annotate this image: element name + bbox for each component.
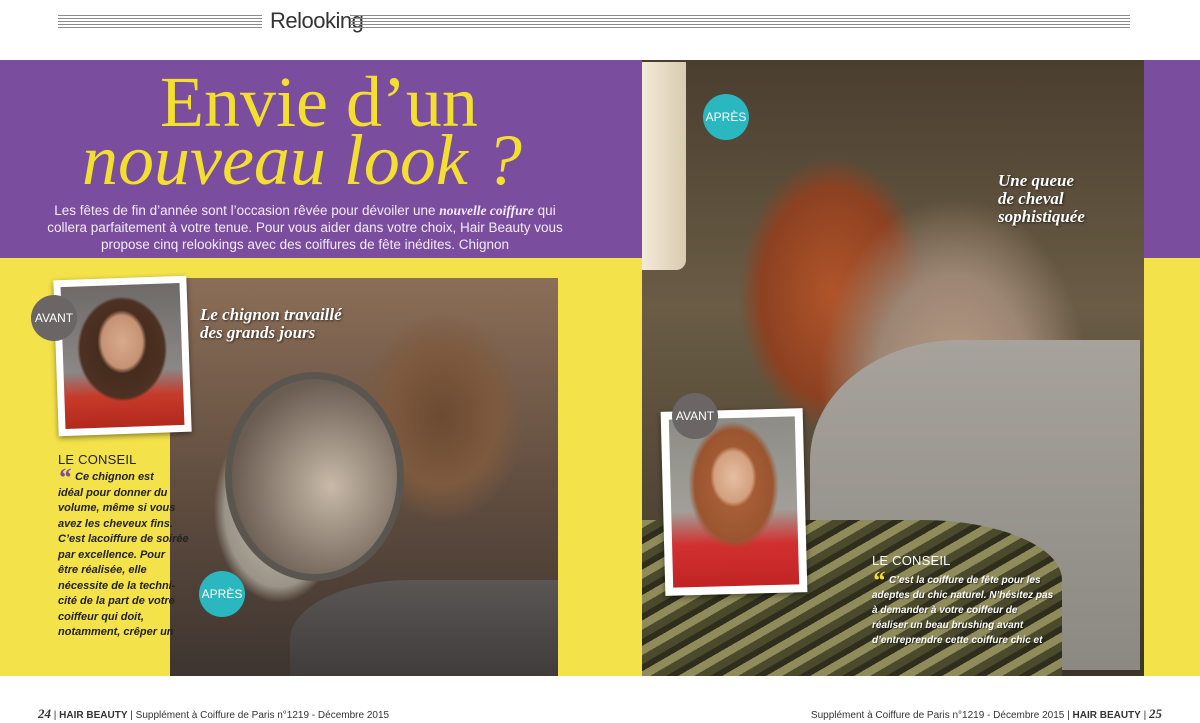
after-badge-left: APRÈS xyxy=(199,571,245,617)
conseil-line: volume, même si vous xyxy=(58,502,176,514)
conseil-line: cité de la part de votre xyxy=(58,595,175,607)
conseil-line: “C’est la coiffure de fête pour les xyxy=(872,566,1041,595)
caption-line: de cheval xyxy=(998,189,1064,208)
supplement-text: Supplément à Coiffure de Paris n°1219 - … xyxy=(135,710,390,721)
magazine-name: HAIR BEAUTY xyxy=(1072,710,1141,721)
caption-line: Une queue xyxy=(998,171,1075,190)
before-photo-left xyxy=(53,275,192,437)
before-badge-right: AVANT xyxy=(672,393,718,439)
page-number-left: 24 xyxy=(38,706,51,721)
intro-emphasis: nouvelle coiffure xyxy=(439,203,534,218)
conseil-line: C’est lacoiffure de soirée xyxy=(58,533,189,545)
conseil-line: nécessite de la techni- xyxy=(58,579,176,592)
yellow-band-right xyxy=(1144,258,1200,676)
conseil-line: idéal pour donner du xyxy=(58,486,168,499)
conseil-line: par excellence. Pour xyxy=(58,548,165,561)
conseil-line: “Ce chignon est xyxy=(58,463,154,492)
magazine-name: HAIR BEAUTY xyxy=(59,710,128,721)
footer-left: 24 | HAIR BEAUTY | Supplément à Coiffure… xyxy=(38,706,390,721)
intro-paragraph: Les fêtes de fin d’année sont l’occasion… xyxy=(45,202,565,253)
conseil-line: avez les cheveux fins. xyxy=(58,517,173,530)
conseil-line: notamment, crêper un xyxy=(58,626,174,638)
header-rule-left xyxy=(58,15,262,29)
caption-line: Le chignon travaillé xyxy=(200,305,342,324)
left-photo-caption: Le chignon travaillé des grands jours xyxy=(200,306,342,342)
conseil-line: être réalisée, elle xyxy=(58,564,147,576)
before-photo-right-image xyxy=(668,416,800,588)
hand-mirror xyxy=(225,372,404,581)
purple-band-right xyxy=(1144,60,1200,258)
after-badge-right: APRÈS xyxy=(703,94,749,140)
right-conseil-text: “C’est la coiffure de fête pour les adep… xyxy=(872,566,1072,648)
right-photo-caption: Une queue de cheval sophistiquée xyxy=(998,172,1085,226)
before-photo-right xyxy=(660,408,808,596)
conseil-line: réaliser un beau brushing avant xyxy=(872,620,1024,631)
before-photo-left-image xyxy=(60,282,185,430)
caption-line: des grands jours xyxy=(200,323,316,342)
lamp-shade xyxy=(642,62,686,270)
conseil-line: à demander à votre coiffeur de xyxy=(872,605,1018,616)
caption-line: sophistiquée xyxy=(998,207,1085,226)
conseil-line: adeptes du chic naturel. N’hésitez pas xyxy=(872,590,1054,601)
before-badge-left: AVANT xyxy=(31,295,77,341)
intro-text-before: Les fêtes de fin d’année sont l’occasion… xyxy=(54,203,440,218)
left-conseil-text: “Ce chignon est idéal pour donner du vol… xyxy=(58,463,189,641)
photo-shoulder xyxy=(290,580,558,676)
conseil-line: coiffeur qui doit, xyxy=(58,610,144,623)
supplement-text: Supplément à Coiffure de Paris n°1219 - … xyxy=(810,710,1065,721)
footer-right: Supplément à Coiffure de Paris n°1219 - … xyxy=(810,706,1162,721)
conseil-line: d’entreprendre cette coiffure chic et xyxy=(872,635,1043,646)
page-title-line2: nouveau look ? xyxy=(82,120,522,200)
header-rule-right xyxy=(350,15,1130,29)
page-number-right: 25 xyxy=(1149,706,1162,721)
